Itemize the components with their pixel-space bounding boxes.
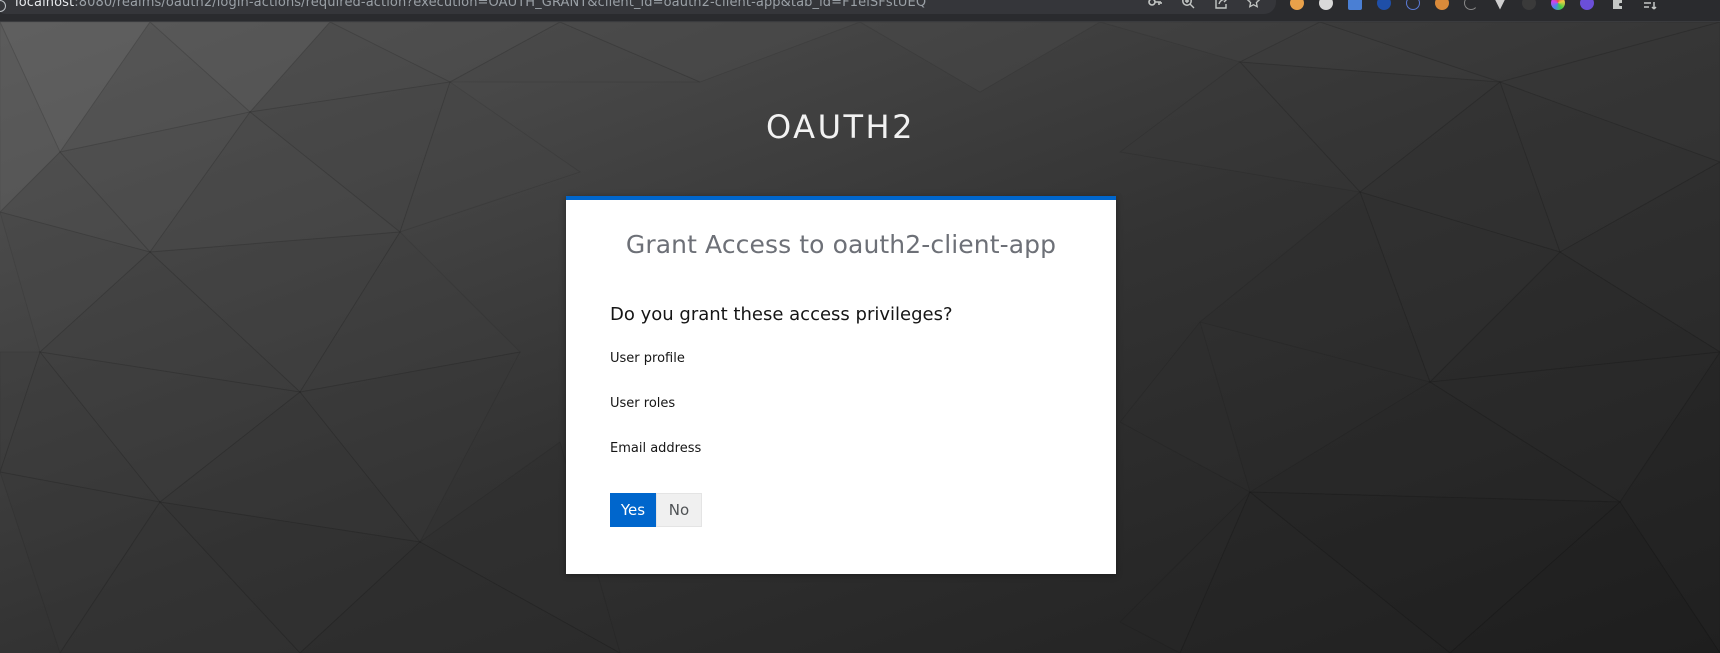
zoom-icon[interactable] bbox=[1179, 0, 1196, 10]
translate-extension-icon[interactable] bbox=[1348, 0, 1362, 10]
key-icon[interactable] bbox=[1146, 0, 1163, 10]
url-host: localhost bbox=[15, 0, 75, 10]
share-icon[interactable] bbox=[1212, 0, 1229, 10]
realm-title: OAUTH2 bbox=[766, 108, 915, 146]
loading-extension-icon[interactable] bbox=[1464, 0, 1478, 10]
yes-button[interactable]: Yes bbox=[610, 493, 656, 527]
wappalyzer-extension-icon[interactable] bbox=[1580, 0, 1594, 10]
cookie-extension-icon[interactable] bbox=[1290, 0, 1304, 10]
card-title: Grant Access to oauth2-client-app bbox=[625, 230, 1057, 259]
xpath-extension-icon[interactable] bbox=[1406, 0, 1420, 10]
browser-address-bar: localhost:8080/realms/oauth2/login-actio… bbox=[0, 0, 1720, 22]
no-button[interactable]: No bbox=[656, 493, 702, 527]
vpn-extension-icon[interactable] bbox=[1493, 0, 1507, 10]
omnibox[interactable]: localhost:8080/realms/oauth2/login-actio… bbox=[0, 0, 1276, 14]
reading-list-icon[interactable] bbox=[1641, 0, 1658, 11]
cookie-editor-extension-icon[interactable] bbox=[1435, 0, 1449, 10]
grant-buttons: Yes No bbox=[610, 493, 702, 527]
grant-question: Do you grant these access privileges? bbox=[610, 304, 953, 325]
privilege-item-user-roles: User roles bbox=[610, 396, 676, 411]
bookmark-star-icon[interactable] bbox=[1245, 0, 1262, 10]
check-extension-icon[interactable] bbox=[1377, 0, 1391, 10]
url-text[interactable]: localhost:8080/realms/oauth2/login-actio… bbox=[15, 0, 926, 10]
color-picker-extension-icon[interactable] bbox=[1551, 0, 1565, 10]
oauth-grant-card: Grant Access to oauth2-client-app Do you… bbox=[566, 196, 1116, 574]
privilege-item-email-address: Email address bbox=[610, 441, 702, 456]
privilege-item-user-profile: User profile bbox=[610, 351, 685, 366]
privilege-list: User profile User roles Email address bbox=[610, 352, 701, 487]
owl-extension-icon[interactable] bbox=[1319, 0, 1333, 10]
url-path: :8080/realms/oauth2/login-actions/requir… bbox=[74, 0, 927, 10]
extensions-puzzle-icon[interactable] bbox=[1609, 0, 1626, 11]
site-info-icon[interactable] bbox=[0, 0, 6, 12]
json-extension-icon[interactable] bbox=[1522, 0, 1536, 10]
